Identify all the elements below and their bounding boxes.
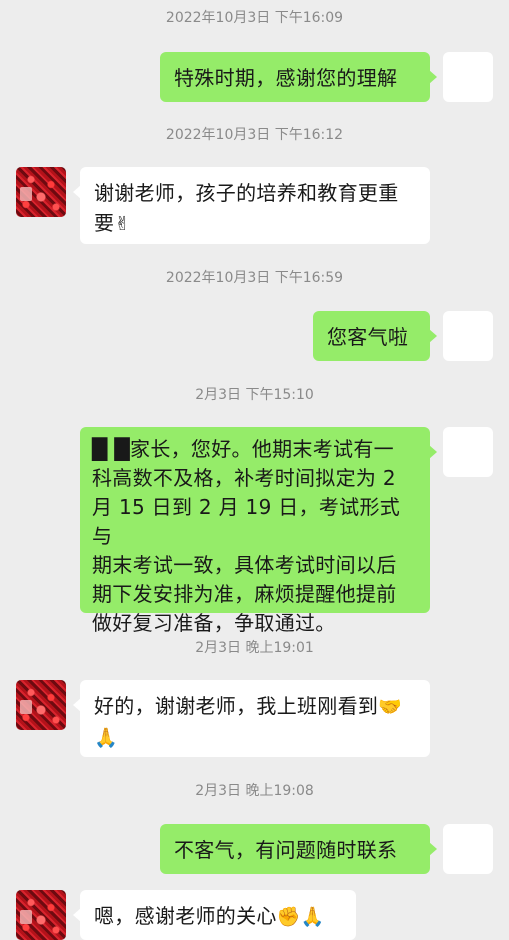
message-text: 要 (94, 211, 115, 235)
own-avatar[interactable] (443, 311, 493, 361)
timestamp: 2月3日 晚上19:08 (195, 783, 314, 799)
message-text-line: 科高数不及格，补考时间拟定为 2 (92, 466, 396, 490)
victory-hand-icon: ✌ (114, 213, 131, 235)
message-text: 谢谢老师，孩子的培养和教育更重 (94, 181, 399, 205)
message-bubble-incoming[interactable]: 嗯，感谢老师的关心✊🙏 (73, 890, 356, 940)
message-bubble-incoming[interactable]: 谢谢老师，孩子的培养和教育更重 要✌ (73, 167, 430, 244)
contact-avatar[interactable] (16, 680, 66, 730)
own-avatar[interactable] (443, 52, 493, 102)
timestamp: 2022年10月3日 下午16:09 (165, 10, 344, 26)
message-bubble-outgoing[interactable]: 不客气，有问题随时联系 (160, 824, 437, 874)
message-text: 特殊时期，感谢您的理解 (174, 66, 398, 90)
timestamp: 2月3日 下午15:10 (195, 387, 314, 403)
message-text-line: 做好复习准备，争取通过。 (92, 611, 336, 635)
timestamp: 2022年10月3日 下午16:12 (165, 127, 344, 143)
message-text-line: 月 15 日到 2 月 19 日，考试形式与 (92, 495, 401, 548)
handshake-icon: 🤝 (378, 696, 403, 718)
message-text: 好的，谢谢老师，我上班刚看到 (94, 694, 379, 718)
message-text-line: 期下发安排为准，麻烦提醒他提前 (92, 582, 397, 606)
message-text-line: █ █家长，您好。他期末考试有一 (92, 437, 394, 461)
message-text: 您客气啦 (327, 325, 409, 349)
timestamp: 2月3日 晚上19:01 (195, 640, 314, 656)
message-bubble-outgoing[interactable]: 您客气啦 (313, 311, 437, 361)
own-avatar[interactable] (443, 427, 493, 477)
message-bubble-outgoing[interactable]: 特殊时期，感谢您的理解 (160, 52, 437, 102)
message-text: 不客气，有问题随时联系 (174, 838, 398, 862)
folded-hands-icon: 🙏 (94, 727, 118, 749)
timestamp: 2022年10月3日 下午16:59 (165, 270, 344, 286)
message-bubble-outgoing[interactable]: █ █家长，您好。他期末考试有一 科高数不及格，补考时间拟定为 2 月 15 日… (80, 427, 437, 635)
contact-avatar[interactable] (16, 167, 66, 217)
message-text-line: 期末考试一致，具体考试时间以后 (92, 553, 397, 577)
message-text: 嗯，感谢老师的关心 (94, 904, 277, 928)
own-avatar[interactable] (443, 824, 493, 874)
contact-avatar[interactable] (16, 890, 66, 940)
message-bubble-incoming[interactable]: 好的，谢谢老师，我上班刚看到🤝 🙏 (73, 680, 430, 757)
